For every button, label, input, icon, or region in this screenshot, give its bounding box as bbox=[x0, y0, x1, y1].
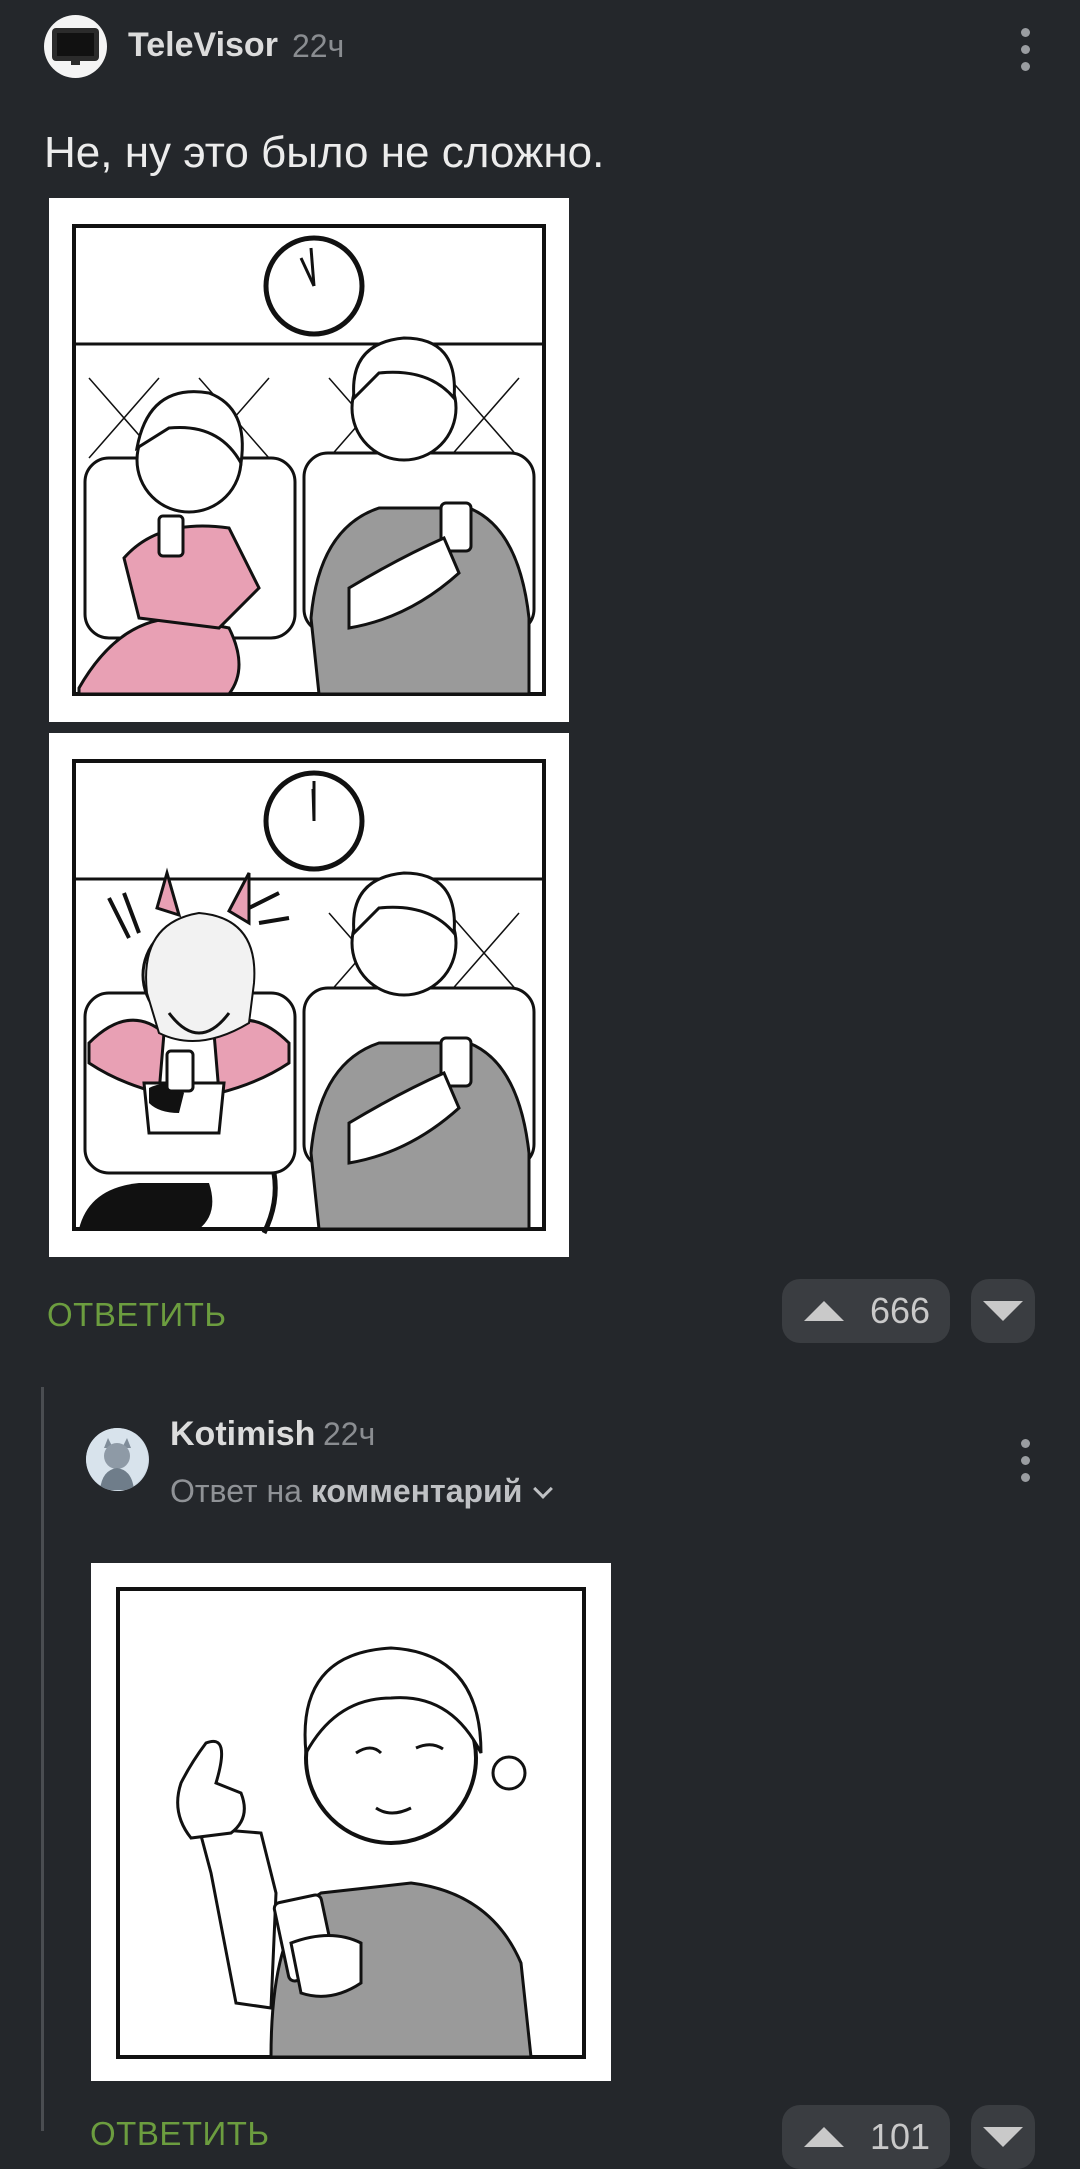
comment-text: Не, ну это было не сложно. bbox=[44, 128, 605, 177]
cat-avatar-icon bbox=[86, 1428, 148, 1490]
reply-button[interactable]: ОТВЕТИТЬ bbox=[47, 1296, 227, 1334]
reply-upvote-button[interactable]: 101 bbox=[782, 2105, 950, 2169]
reply-to-link[interactable]: Ответ на комментарий bbox=[170, 1473, 554, 1510]
comic-panel-2-drawing bbox=[72, 759, 546, 1235]
reply-downvote-icon bbox=[983, 2127, 1023, 2147]
downvote-icon bbox=[983, 1301, 1023, 1321]
reply-reply-button[interactable]: ОТВЕТИТЬ bbox=[90, 2115, 270, 2153]
reply-to-prefix: Ответ на bbox=[170, 1473, 302, 1509]
reply-to-target: комментарий bbox=[310, 1473, 523, 1509]
reply-comic-panel-drawing bbox=[116, 1587, 586, 2059]
reply-comic-panel[interactable] bbox=[91, 1563, 611, 2081]
comic-panel-1-drawing bbox=[72, 224, 546, 696]
reply-more-options-icon[interactable] bbox=[1019, 1439, 1031, 1490]
reply-vote-count: 101 bbox=[870, 2116, 931, 2157]
author-name[interactable]: TeleVisor bbox=[128, 26, 278, 65]
downvote-button[interactable] bbox=[971, 1279, 1035, 1343]
reply-time: 22ч bbox=[323, 1416, 376, 1452]
more-options-icon[interactable] bbox=[1019, 28, 1031, 79]
tv-icon bbox=[52, 28, 99, 65]
upvote-button[interactable]: 666 bbox=[782, 1279, 950, 1343]
reply-downvote-button[interactable] bbox=[971, 2105, 1035, 2169]
vote-count: 666 bbox=[870, 1290, 931, 1331]
comic-panel-2[interactable] bbox=[49, 733, 569, 1257]
chevron-down-icon bbox=[533, 1479, 554, 1499]
reply-upvote-icon bbox=[804, 2127, 844, 2147]
reply-author-avatar[interactable] bbox=[86, 1428, 149, 1491]
comment-time: 22ч bbox=[292, 28, 345, 64]
thread-line[interactable] bbox=[41, 1387, 44, 2131]
upvote-icon bbox=[804, 1301, 844, 1321]
author-avatar[interactable] bbox=[44, 15, 107, 78]
comic-panel-1[interactable] bbox=[49, 198, 569, 722]
reply-author-name[interactable]: Kotimish bbox=[170, 1415, 315, 1454]
